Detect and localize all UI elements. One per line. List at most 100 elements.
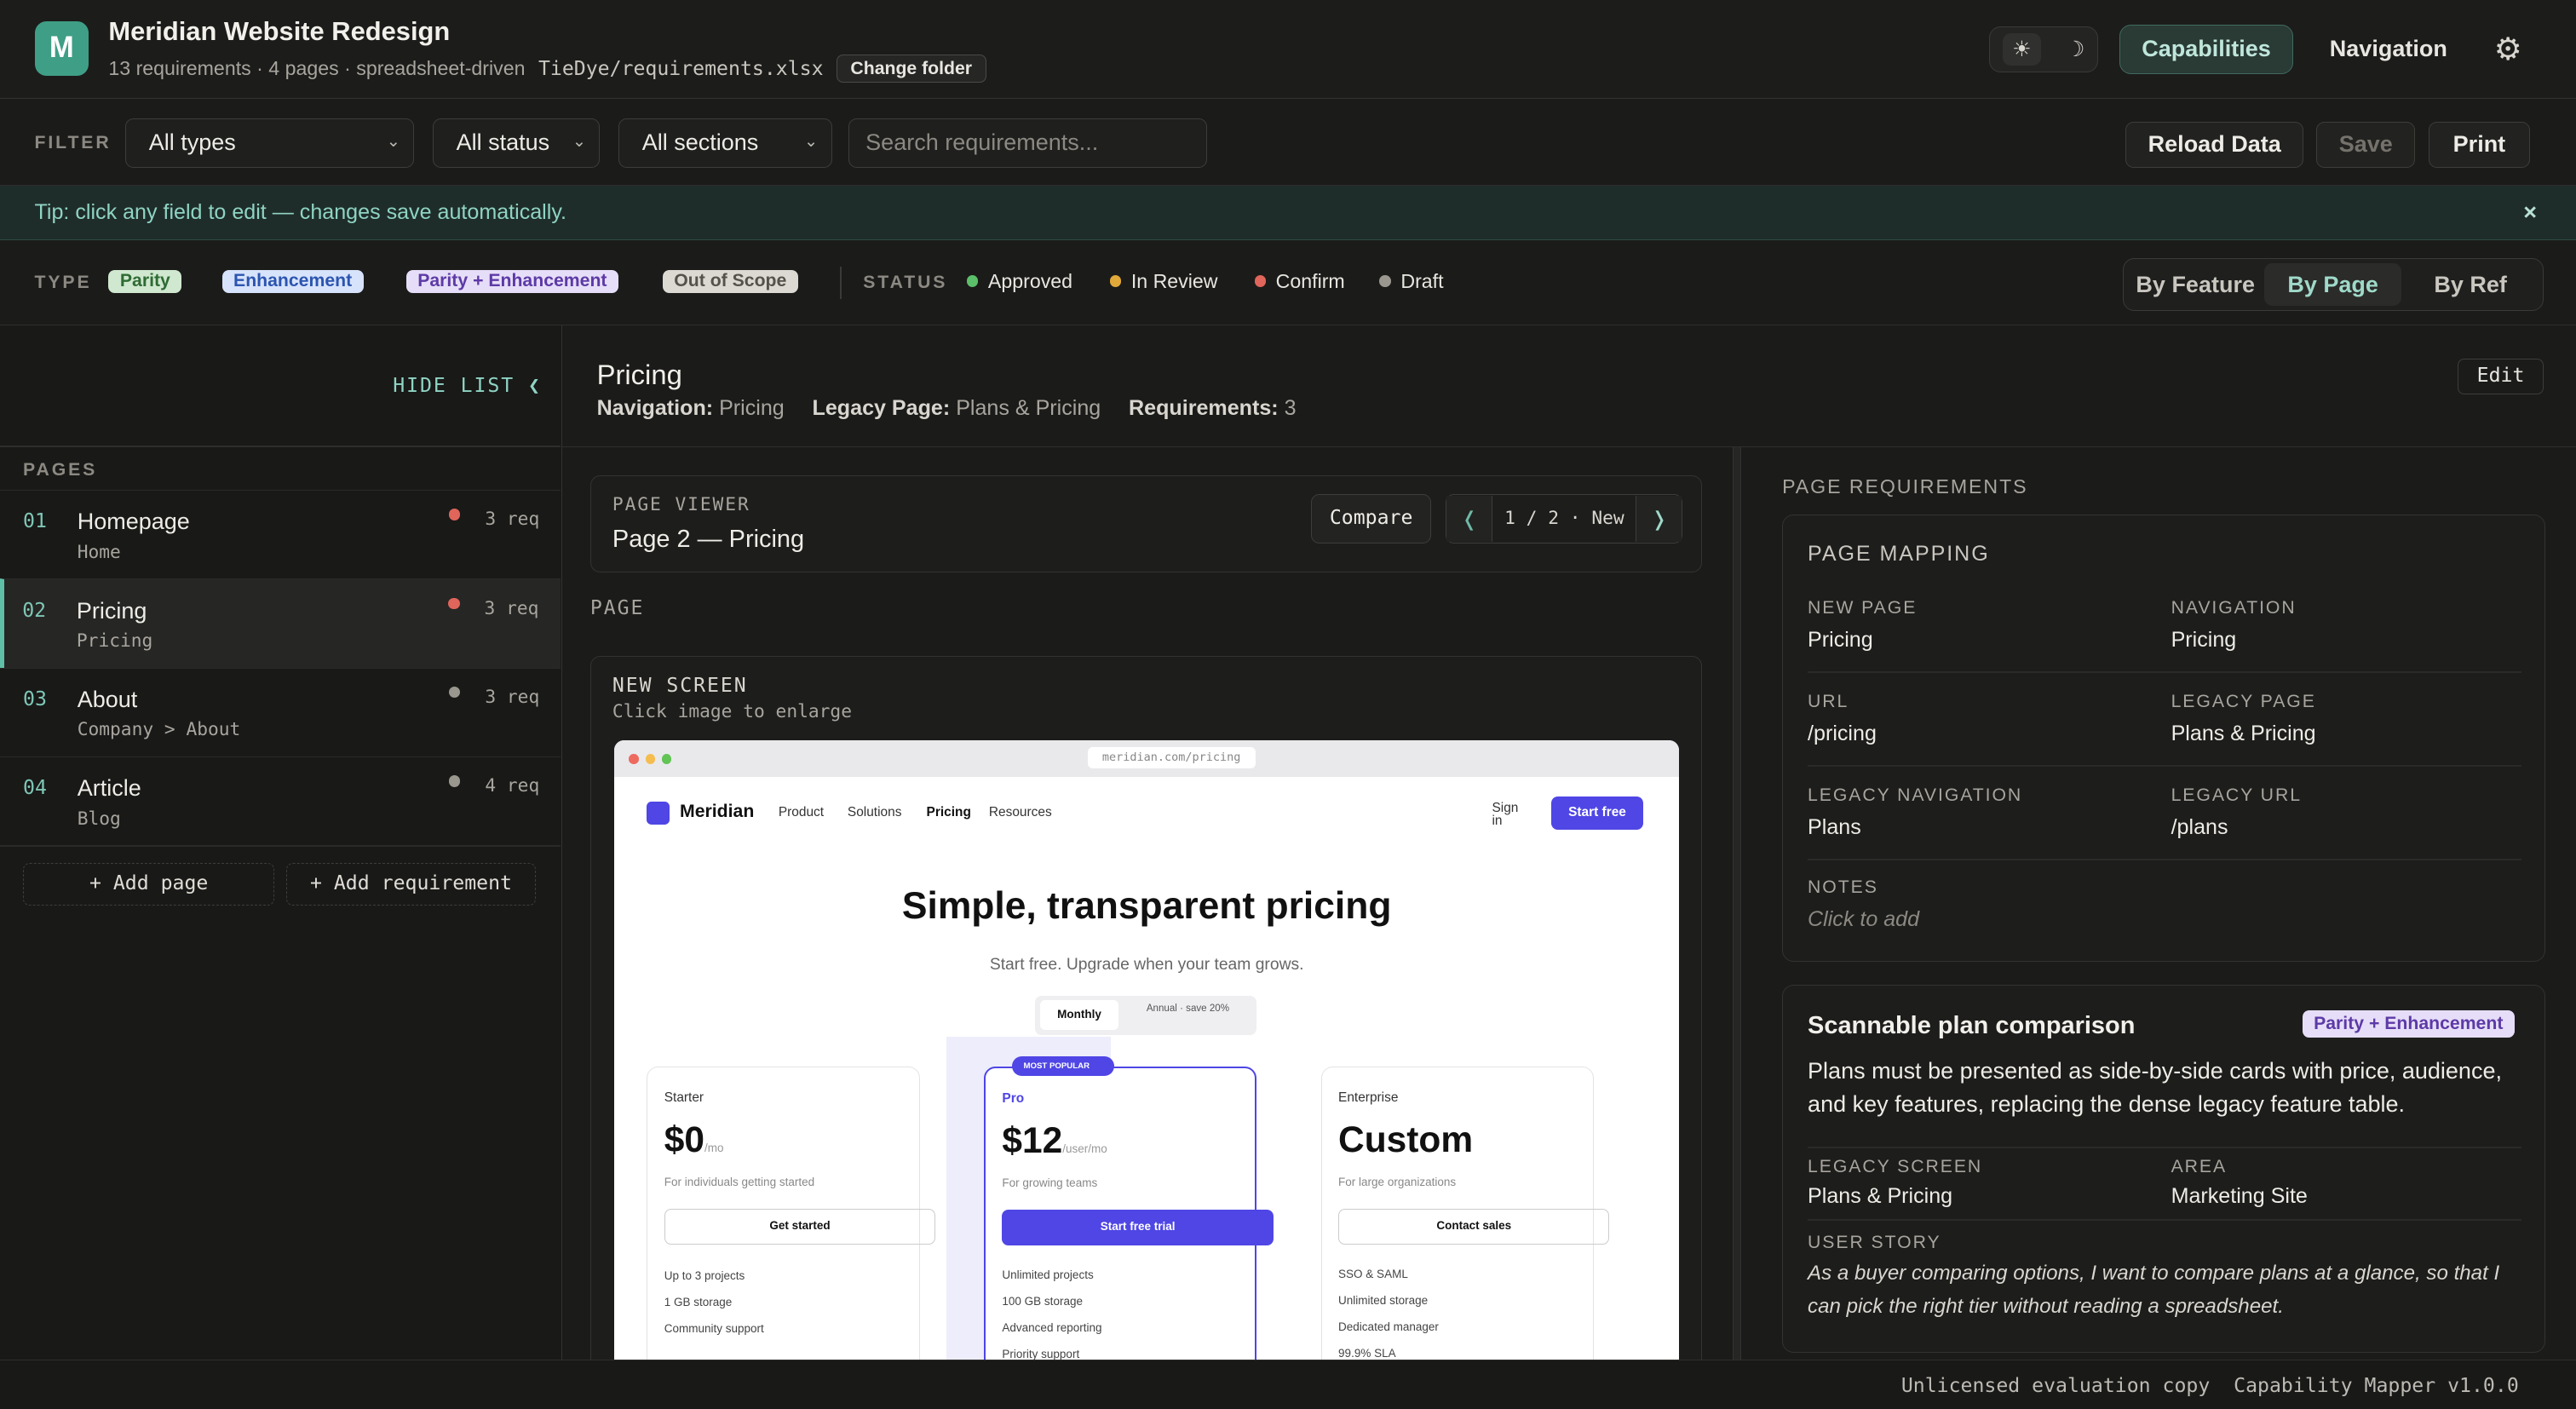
edit-button[interactable]: Edit (2458, 358, 2544, 395)
chevron-down-icon: ⌄ (572, 132, 586, 151)
type-badge-enhancement[interactable]: Enhancement (221, 269, 364, 294)
plan-price-unit: /user/mo (1062, 1142, 1107, 1156)
compare-button[interactable]: Compare (1311, 493, 1432, 543)
field-area[interactable]: AREA Marketing Site (2171, 1157, 2509, 1209)
field-label: NEW PAGE (1808, 597, 1918, 618)
mock-monthly: Monthly (1039, 1000, 1119, 1031)
add-page-button[interactable]: + Add page (23, 863, 275, 906)
print-button[interactable]: Print (2428, 121, 2531, 168)
section-select[interactable]: All sections ⌄ (618, 118, 832, 168)
field-url[interactable]: URL /pricing (1808, 692, 2145, 747)
page-req-count: 3 req (484, 597, 539, 619)
field-navigation[interactable]: NAVIGATION Pricing (2171, 598, 2509, 653)
sun-icon[interactable]: ☀ (2002, 33, 2042, 66)
mock-billing-toggle: Monthly Annual · save 20% (1034, 995, 1257, 1035)
legend-bar: TYPE Parity Enhancement Parity + Enhance… (0, 240, 2576, 326)
status-in-review[interactable]: In Review (1109, 270, 1218, 293)
view-by-ref[interactable]: By Ref (2401, 263, 2539, 306)
field-new-page[interactable]: NEW PAGE Pricing (1808, 598, 2145, 653)
plan-feature: SSO & SAML (1338, 1268, 1408, 1281)
requirement-card[interactable]: Scannable plan comparison Parity + Enhan… (1782, 985, 2545, 1354)
field-label: NAVIGATION (2171, 597, 2297, 618)
project-logo: M (34, 21, 89, 76)
field-legacy-screen[interactable]: LEGACY SCREEN Plans & Pricing (1808, 1157, 2145, 1209)
status-draft[interactable]: Draft (1379, 270, 1444, 293)
requirement-description[interactable]: Plans must be presented as side-by-side … (1808, 1055, 2531, 1120)
screen-thumbnail[interactable]: meridian.com/pricing Meridian Product So… (613, 740, 1680, 1379)
meta-value: Plans & Pricing (956, 396, 1101, 421)
mock-nav: Meridian Product Solutions Pricing Resou… (647, 797, 1646, 830)
type-badge-parity-enhancement[interactable]: Parity + Enhancement (405, 269, 618, 294)
plan-price-amount: $12 (1002, 1120, 1063, 1161)
field-value: Plans & Pricing (2171, 722, 2316, 746)
page-item-homepage[interactable]: 01 Homepage Home 3 req (0, 490, 561, 578)
search-input[interactable]: Search requirements... (848, 118, 1207, 168)
type-badge-parity[interactable]: Parity (108, 269, 182, 294)
filter-bar: FILTER All types ⌄ All status ⌄ All sect… (0, 99, 2576, 187)
field-label: USER STORY (1808, 1232, 1941, 1252)
plan-feature: Unlimited projects (1002, 1268, 1094, 1282)
page-number: 03 (23, 687, 47, 710)
mock-annual: Annual · save 20% (1146, 1004, 1229, 1015)
save-button[interactable]: Save (2316, 121, 2416, 168)
divider (0, 446, 561, 447)
type-badge-out-of-scope[interactable]: Out of Scope (662, 269, 798, 294)
hide-list-button[interactable]: HIDE LIST ❮ (393, 375, 542, 397)
meta-navigation: Navigation: Pricing (597, 396, 785, 421)
pane-resize-handle[interactable] (1733, 446, 1741, 1360)
requirement-type-badge[interactable]: Parity + Enhancement (2302, 1010, 2515, 1038)
page-viewer-card: PAGE VIEWER Page 2 — Pricing Compare ❬ 1… (589, 474, 1702, 572)
change-folder-button[interactable]: Change folder (836, 54, 986, 83)
plan-cta: Contact sales (1338, 1208, 1610, 1245)
add-requirement-button[interactable]: + Add requirement (285, 863, 537, 906)
field-legacy-page[interactable]: LEGACY PAGE Plans & Pricing (2171, 692, 2509, 747)
close-icon[interactable]: × (2523, 186, 2537, 240)
pages-label: PAGES (23, 460, 98, 480)
chevron-right-icon[interactable]: ❭ (1636, 495, 1682, 542)
status-confirm[interactable]: Confirm (1254, 270, 1345, 293)
page-item-article[interactable]: 04 Article Blog 4 req (0, 756, 561, 845)
status-select[interactable]: All status ⌄ (432, 118, 601, 168)
page-item-pricing[interactable]: 02 Pricing Pricing 3 req (0, 578, 561, 668)
field-legacy-url[interactable]: LEGACY URL /plans (2171, 785, 2509, 841)
field-value: Plans & Pricing (1808, 1183, 1953, 1208)
mock-plan-card-pro: MOST POPULAR Pro $12/user/mo For growing… (984, 1056, 1274, 1379)
chevron-left-icon[interactable]: ❬ (1446, 495, 1493, 542)
page-name: Article (77, 775, 141, 801)
theme-toggle[interactable]: ☀ ☽ (1989, 26, 2098, 72)
view-by-page[interactable]: By Page (2263, 262, 2402, 306)
field-legacy-navigation[interactable]: LEGACY NAVIGATION Plans (1808, 785, 2145, 841)
page-nav-path: Blog (77, 808, 121, 830)
tip-banner: Tip: click any field to edit — changes s… (0, 186, 2576, 240)
field-user-story[interactable]: USER STORY As a buyer comparing options,… (1808, 1233, 2531, 1324)
moon-icon[interactable]: ☽ (2066, 37, 2084, 62)
mock-nav-link: Product (778, 804, 825, 820)
chevron-down-icon: ⌄ (386, 132, 400, 151)
reload-data-button[interactable]: Reload Data (2125, 121, 2303, 168)
meta-value: 3 (1284, 396, 1297, 421)
page-item-about[interactable]: 03 About Company > About 3 req (0, 667, 561, 756)
plan-price: Custom (1338, 1119, 1473, 1160)
tab-capabilities[interactable]: Capabilities (2119, 24, 2294, 74)
view-by-feature[interactable]: By Feature (2126, 263, 2263, 306)
type-select[interactable]: All types ⌄ (124, 118, 415, 168)
app-footer: Unlicensed evaluation copy Capability Ma… (0, 1360, 2576, 1409)
meta-key: Navigation: (596, 396, 714, 421)
page-list-sidebar: HIDE LIST ❮ PAGES 01 Homepage Home 3 req… (0, 325, 563, 1360)
type-select-value: All types (148, 129, 236, 155)
mock-start-free: Start free (1550, 797, 1644, 830)
divider (1808, 671, 2521, 674)
page-nav-path: Pricing (76, 630, 153, 653)
plan-feature: 1 GB storage (664, 1295, 733, 1308)
app-header: M Meridian Website Redesign 13 requireme… (0, 0, 2576, 99)
status-approved[interactable]: Approved (966, 270, 1072, 293)
browser-chrome: meridian.com/pricing (613, 740, 1680, 777)
field-label: LEGACY URL (2171, 785, 2302, 805)
plan-price-amount: Custom (1338, 1119, 1474, 1160)
field-label: LEGACY SCREEN (1808, 1156, 1983, 1176)
tab-navigation[interactable]: Navigation (2318, 25, 2458, 74)
gear-icon[interactable]: ⚙ (2494, 32, 2522, 67)
field-notes[interactable]: NOTES Click to add (1808, 877, 2498, 933)
plan-feature: Advanced reporting (1002, 1320, 1102, 1334)
screen-pager: ❬ 1 / 2 · New ❭ (1446, 493, 1683, 543)
